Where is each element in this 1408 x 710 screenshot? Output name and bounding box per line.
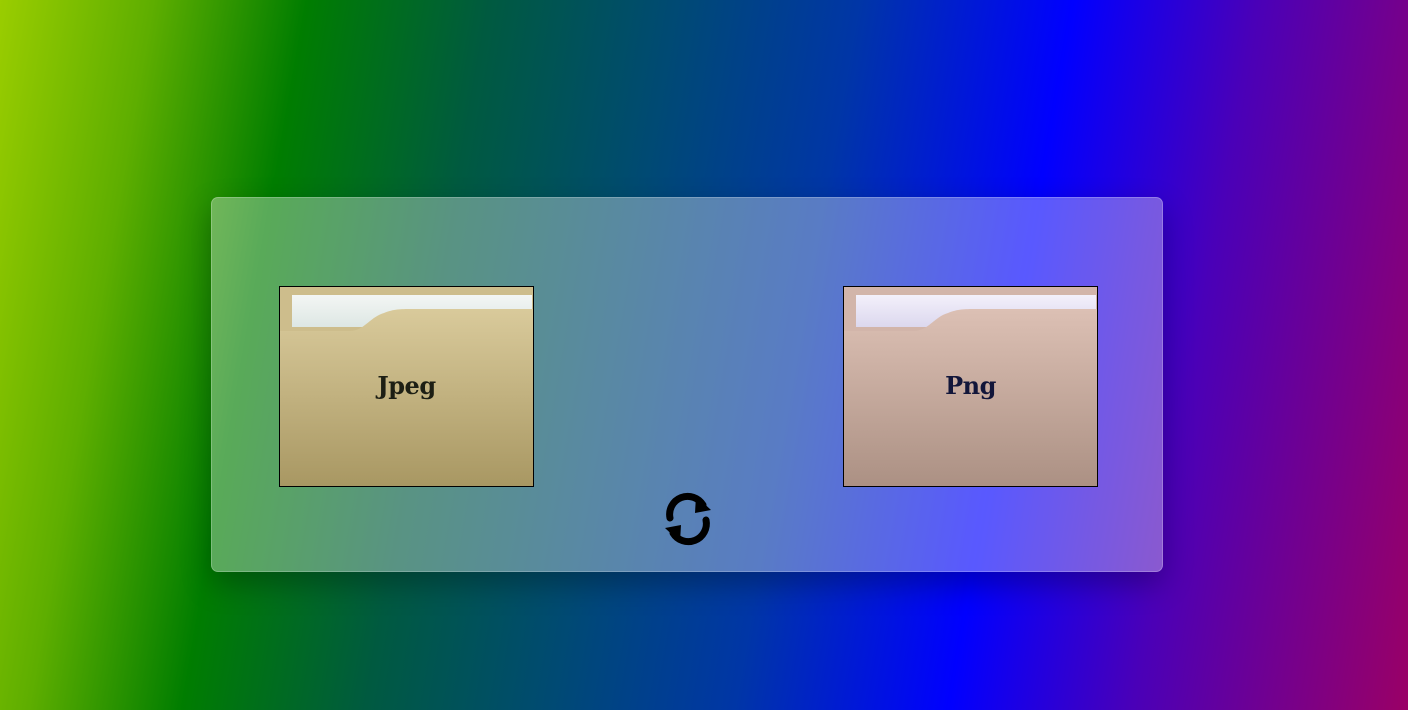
jpeg-folder[interactable]: Jpeg [279, 286, 534, 487]
refresh-icon[interactable] [659, 490, 717, 548]
folder-label: Png [945, 371, 996, 400]
png-folder[interactable]: Png [843, 286, 1098, 487]
converter-panel: Jpeg Png [211, 197, 1163, 572]
folder-label: Jpeg [377, 371, 436, 400]
